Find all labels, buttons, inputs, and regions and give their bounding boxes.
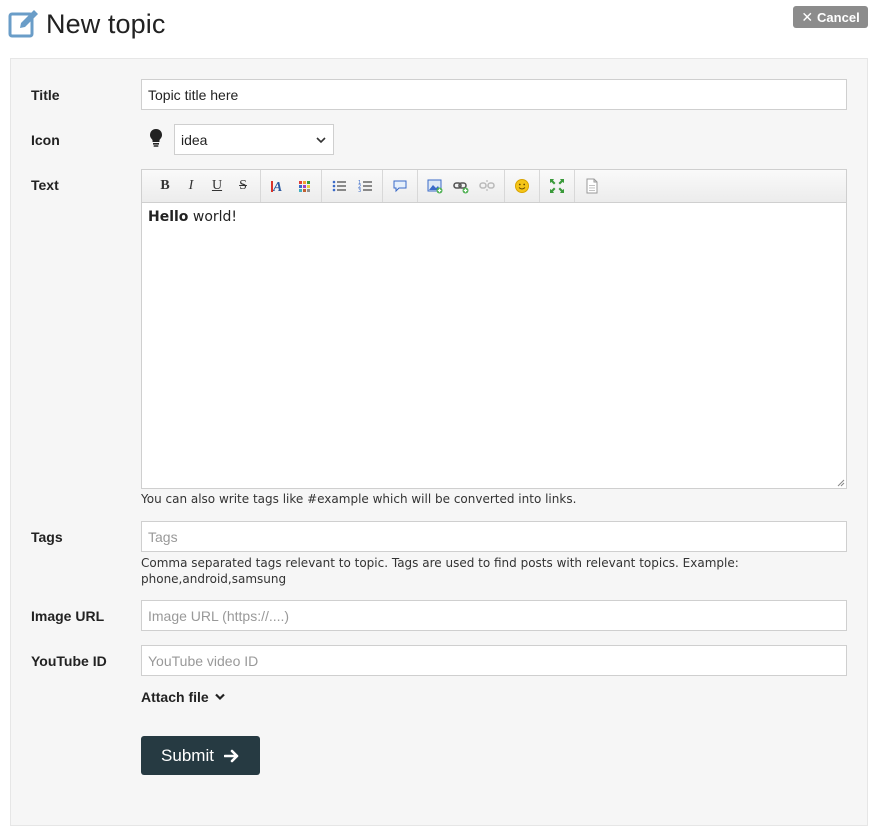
color-group: A bbox=[261, 170, 322, 202]
link-button[interactable] bbox=[448, 174, 474, 198]
list-group: 1 2 3 bbox=[322, 170, 383, 202]
link-icon bbox=[453, 182, 469, 194]
italic-button[interactable]: I bbox=[178, 174, 204, 198]
text-help: You can also write tags like #example wh… bbox=[141, 492, 577, 506]
source-group bbox=[575, 170, 609, 202]
text-color-icon: A bbox=[271, 180, 282, 194]
image-url-label: Image URL bbox=[31, 608, 105, 624]
bg-color-icon bbox=[299, 181, 310, 192]
editor-text: world! bbox=[188, 209, 238, 225]
unlink-button[interactable] bbox=[474, 174, 500, 198]
bg-color-button[interactable] bbox=[291, 174, 317, 198]
editor-toolbar: B I U S A 1 2 3 bbox=[142, 170, 846, 203]
resize-handle-icon[interactable] bbox=[835, 477, 845, 487]
svg-text:A: A bbox=[272, 180, 282, 194]
attach-file-label: Attach file bbox=[141, 689, 209, 705]
image-icon bbox=[427, 179, 443, 194]
source-icon bbox=[586, 178, 598, 194]
emoji-icon bbox=[515, 179, 529, 193]
numbered-list-icon: 1 2 3 bbox=[358, 180, 372, 194]
source-button[interactable] bbox=[579, 174, 605, 198]
image-url-input[interactable]: Image URL (https://....) bbox=[141, 600, 847, 631]
underline-button[interactable]: U bbox=[204, 174, 230, 198]
page-header: New topic bbox=[8, 4, 165, 44]
media-group bbox=[418, 170, 505, 202]
icon-label: Icon bbox=[31, 132, 60, 148]
quote-group bbox=[383, 170, 418, 202]
text-color-button[interactable]: A bbox=[265, 174, 291, 198]
strikethrough-button[interactable]: S bbox=[230, 174, 256, 198]
tags-label: Tags bbox=[31, 529, 63, 545]
cancel-button[interactable]: ✕ Cancel bbox=[793, 6, 868, 28]
submit-label: Submit bbox=[161, 745, 214, 765]
text-label: Text bbox=[31, 177, 59, 193]
text-editor[interactable]: B I U S A 1 2 3 Hello world! bbox=[141, 169, 847, 489]
image-button[interactable] bbox=[422, 174, 448, 198]
chevron-down-icon bbox=[214, 693, 225, 701]
maximize-icon bbox=[550, 179, 564, 193]
bullet-list-icon bbox=[332, 180, 346, 192]
cancel-label: Cancel bbox=[817, 9, 860, 25]
tags-help: Comma separated tags relevant to topic. … bbox=[141, 556, 739, 586]
page-title: New topic bbox=[46, 8, 166, 39]
edit-icon bbox=[8, 10, 38, 38]
bold-button[interactable]: B bbox=[152, 174, 178, 198]
emoji-button[interactable] bbox=[509, 174, 535, 198]
svg-text:3: 3 bbox=[358, 188, 361, 194]
youtube-id-label: YouTube ID bbox=[31, 653, 107, 669]
maximize-button[interactable] bbox=[544, 174, 570, 198]
quote-icon bbox=[393, 180, 407, 193]
title-input[interactable]: Topic title here bbox=[141, 79, 847, 110]
emoji-group bbox=[505, 170, 540, 202]
youtube-id-input[interactable]: YouTube video ID bbox=[141, 645, 847, 676]
topic-form: Title Topic title here Icon idea Text B … bbox=[10, 58, 868, 826]
icon-select-value: idea bbox=[181, 131, 208, 148]
editor-content[interactable]: Hello world! bbox=[142, 203, 846, 231]
icon-select[interactable]: idea bbox=[174, 124, 334, 155]
attach-file-toggle[interactable]: Attach file bbox=[141, 689, 226, 705]
close-icon: ✕ bbox=[801, 9, 814, 25]
format-group: B I U S bbox=[148, 170, 261, 202]
editor-bold-text: Hello bbox=[148, 209, 189, 225]
numbered-list-button[interactable]: 1 2 3 bbox=[352, 174, 378, 198]
arrow-right-icon bbox=[223, 749, 239, 762]
title-label: Title bbox=[31, 87, 60, 103]
unlink-icon bbox=[479, 180, 495, 191]
maximize-group bbox=[540, 170, 575, 202]
submit-button[interactable]: Submit bbox=[141, 736, 260, 775]
quote-button[interactable] bbox=[387, 174, 413, 198]
bullet-list-button[interactable] bbox=[326, 174, 352, 198]
chevron-down-icon bbox=[316, 136, 326, 143]
tags-input[interactable]: Tags bbox=[141, 521, 847, 552]
lightbulb-icon bbox=[150, 129, 162, 147]
